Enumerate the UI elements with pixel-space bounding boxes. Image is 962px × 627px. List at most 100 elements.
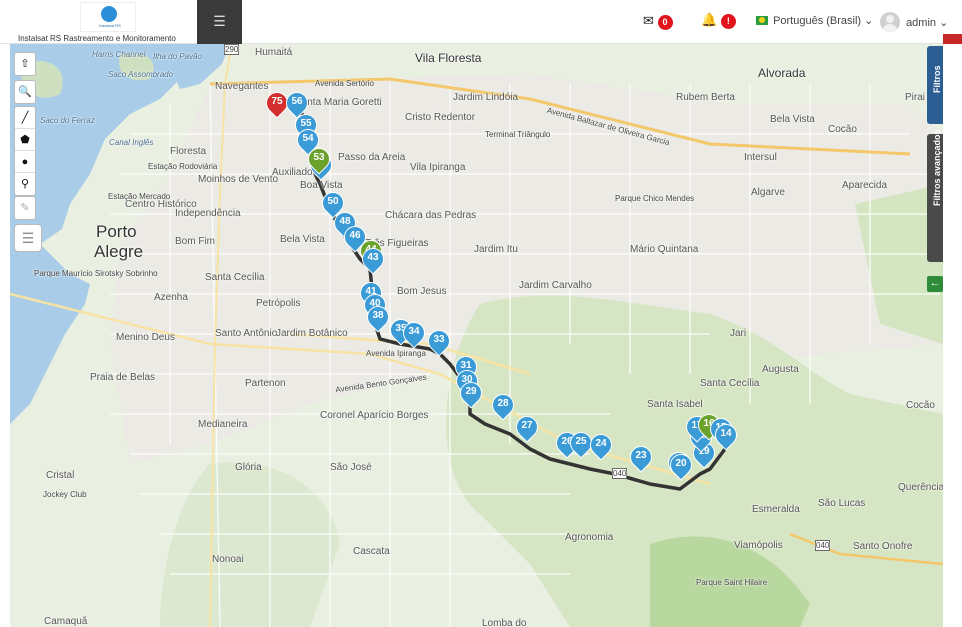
envelope-icon: ✉ [643,13,654,28]
map-label: Algarve [751,187,785,198]
draw-toolbar: ╱ ⬟ ● ⚲ [14,106,36,196]
marker-number: 23 [635,450,647,461]
map-label: Pirai [905,92,926,103]
map-label: Parque Chico Mendes [615,194,695,203]
map-label: Glória [235,462,262,473]
chevron-down-icon: ⌄ [939,17,949,29]
search-icon[interactable]: 🔍 [15,81,35,103]
marker-number: 50 [327,196,339,207]
map-label: Saco do Ferraz [40,116,95,125]
map-label: Santa Isabel [647,399,703,410]
marker-number: 33 [433,334,445,345]
upload-control[interactable]: ⇧ [14,52,36,76]
route-marker-14[interactable]: 14 [710,419,742,454]
route-marker-33[interactable]: 33 [423,325,455,360]
tab-filtros-avancados[interactable]: Filtros avançados [927,129,943,262]
map-label: Aparecida [842,180,888,191]
map-label: Avenida Sertório [315,79,374,88]
map-label: Jardim Botânico [276,328,348,339]
map-label: Nonoai [212,554,244,565]
layers-icon[interactable]: ☰ [15,225,41,247]
marker-number: 56 [291,96,303,107]
map-label: Petrópolis [256,298,301,309]
map-view[interactable]: Porto Alegre Alvorada Vila Floresta Huma… [10,44,943,627]
map-label: Praia de Belas [90,372,156,383]
edit-control[interactable]: ✎ [14,196,36,220]
route-marker-34[interactable]: 34 [398,317,430,352]
route-marker-29[interactable]: 29 [455,377,487,412]
map-label: Medianeira [198,419,248,430]
map-label: Floresta [170,146,207,157]
upload-icon[interactable]: ⇧ [15,53,35,75]
map-label: Querência [898,482,943,493]
map-label: Azenha [154,292,188,303]
route-marker-23[interactable]: 23 [625,441,657,476]
marker-icon[interactable]: ⚲ [15,173,35,195]
marker-number: 43 [367,252,379,263]
bell-icon: 🔔 [701,12,718,27]
menu-toggle-button[interactable]: ☰ [197,0,242,44]
avatar [880,12,900,32]
route-marker-25[interactable]: 25 [565,427,597,462]
route-marker-27[interactable]: 27 [511,411,543,446]
marker-number: 55 [300,118,312,129]
map-label: Cascata [353,546,390,557]
top-bar: Instalsat RS Instalsat RS Rastreamento e… [0,0,962,44]
map-label: Humaitá [255,47,293,58]
map-label: Navegantes [215,81,269,92]
map-label: Lomba do [482,618,527,627]
circle-icon[interactable]: ● [15,151,35,173]
search-control[interactable]: 🔍 [14,80,36,104]
marker-number: 38 [372,310,384,321]
route-marker-53[interactable]: 53 [303,143,335,178]
map-label: Bela Vista [770,114,815,125]
map-label: Cristo Redentor [405,112,476,123]
map-label: Menino Deus [116,332,175,343]
arrow-left-icon[interactable]: ← [927,276,943,292]
map-label: Vila Floresta [415,51,482,65]
route-marker-75[interactable]: 75 [261,87,293,122]
line-icon[interactable]: ╱ [15,107,35,129]
route-marker-24[interactable]: 24 [585,429,617,464]
marker-number: 54 [302,133,314,144]
edit-icon[interactable]: ✎ [15,197,35,219]
layers-control[interactable]: ☰ [14,224,42,252]
route-marker-43[interactable]: 43 [357,243,389,278]
map-label: Intersul [744,152,777,163]
map-label: Bom Fim [175,236,215,247]
language-selector[interactable]: Português (Brasil) ⌄ [756,14,873,27]
logo-caption: Instalsat RS Rastreamento e Monitorament… [18,34,176,43]
map-label: Agronomia [565,532,614,543]
road-shield: 290 [224,44,240,55]
map-label: Chácara das Pedras [385,210,477,221]
route-marker-38[interactable]: 38 [362,301,394,336]
tab-filtros[interactable]: Filtros [927,46,943,124]
map-label: Santa Cecília [205,272,265,283]
map-label: Viamópolis [734,540,783,551]
map-label: São José [330,462,372,473]
route-marker-20[interactable]: 20 [665,449,697,484]
map-label: Parque Maurício Sirotsky Sobrinho [34,269,158,278]
marker-number: 27 [521,420,533,431]
tab-filtros-label: Filtros [932,65,942,93]
map-label: São Lucas [818,498,866,509]
marker-number: 14 [720,428,732,439]
map-label: Alvorada [758,66,806,80]
map-label: Cocão [828,124,857,135]
route-marker-28[interactable]: 28 [487,389,519,424]
user-menu[interactable]: admin ⌄ [880,12,948,32]
map-label: Terminal Triângulo [485,130,551,139]
notifications-button[interactable]: 🔔 ! [701,12,736,29]
road-shield: 040 [612,468,628,479]
map-label: Passo da Areia [338,152,406,163]
messages-badge: 0 [657,15,673,30]
polygon-icon[interactable]: ⬟ [15,129,35,151]
map-label: Estação Rodoviária [148,162,218,171]
map-label: Canal Inglês [109,138,154,147]
logo[interactable]: Instalsat RS Instalsat RS Rastreamento e… [18,2,198,43]
map-label: Augusta [762,364,799,375]
messages-button[interactable]: ✉ 0 [643,13,673,30]
map-label: Cristal [46,470,75,481]
marker-number: 53 [313,152,325,163]
map-label: Camaquã [44,616,88,627]
